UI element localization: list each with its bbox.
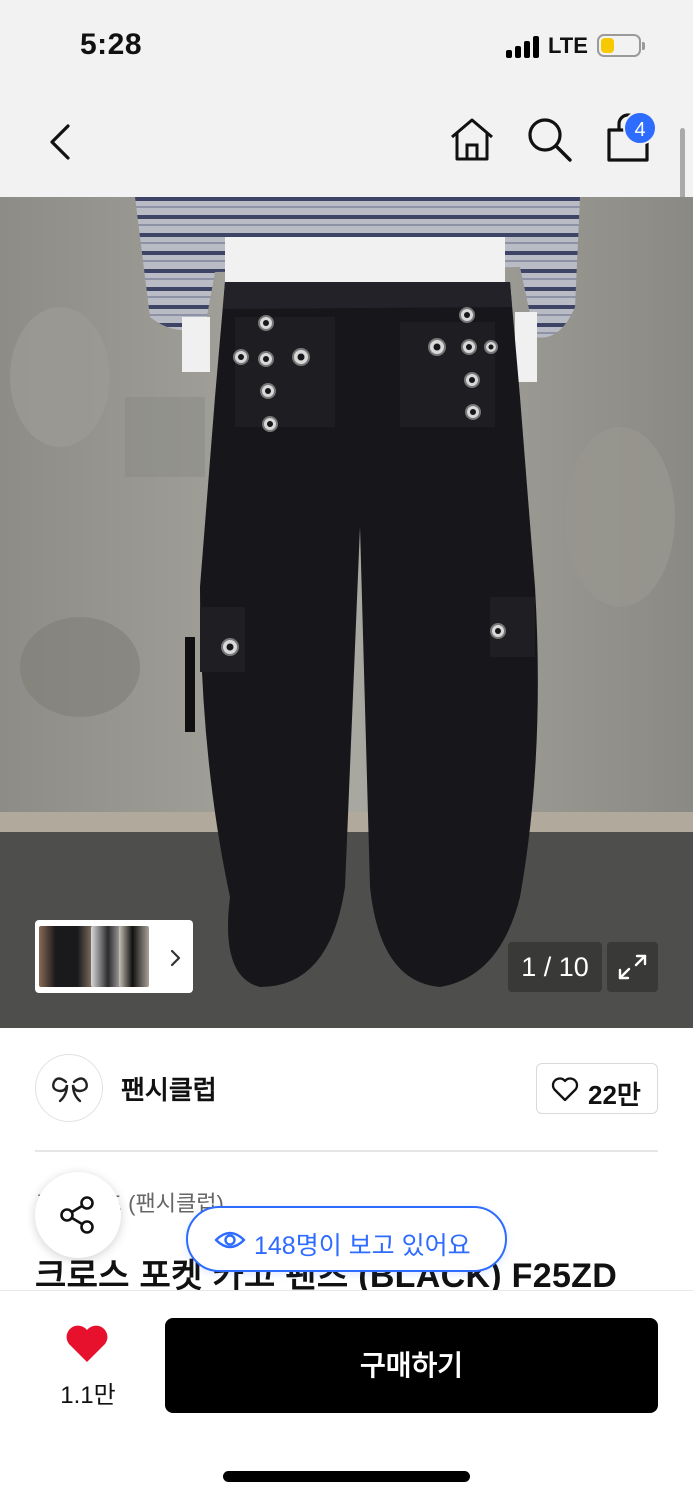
eye-icon [214,1231,246,1249]
buy-button[interactable]: 구매하기 [165,1318,658,1413]
expand-arrows-icon [618,954,647,980]
brand-name[interactable]: 팬시클럽 [121,1070,217,1107]
chevron-right-icon[interactable] [166,948,184,968]
battery-level [601,38,614,53]
cart-count-badge: 4 [623,111,657,145]
thumbnail-image[interactable] [119,926,149,987]
status-bar: 5:28 LTE [0,0,693,92]
share-button[interactable] [35,1172,121,1258]
heart-filled-icon[interactable] [64,1322,110,1364]
network-label: LTE [548,33,588,58]
thumbnail-image[interactable] [39,926,94,987]
home-indicator[interactable] [223,1471,470,1482]
brand-like-button[interactable]: 22만 [536,1063,658,1114]
image-counter: 1 / 10 [508,942,602,992]
heart-outline-icon [551,1077,579,1102]
divider [35,1150,658,1152]
top-nav-bar [0,92,693,197]
product-image[interactable] [0,197,693,1028]
signal-icon [506,36,544,58]
product-photo [0,197,693,1028]
brand-like-count: 22만 [588,1080,641,1110]
wish-count: 1.1만 [60,1382,116,1409]
home-icon[interactable] [448,115,496,163]
brand-logo[interactable] [35,1054,103,1122]
viewers-count-pill: 148명이 보고 있어요 [186,1206,507,1272]
status-time: 5:28 [80,28,143,61]
search-icon[interactable] [524,114,574,164]
share-icon [60,1196,94,1234]
brand-monogram-icon [52,1077,88,1103]
chevron-left-icon[interactable] [40,120,84,164]
viewers-text: 148명이 보고 있어요 [254,1232,471,1260]
expand-button[interactable] [607,942,658,992]
battery-icon [597,34,645,57]
